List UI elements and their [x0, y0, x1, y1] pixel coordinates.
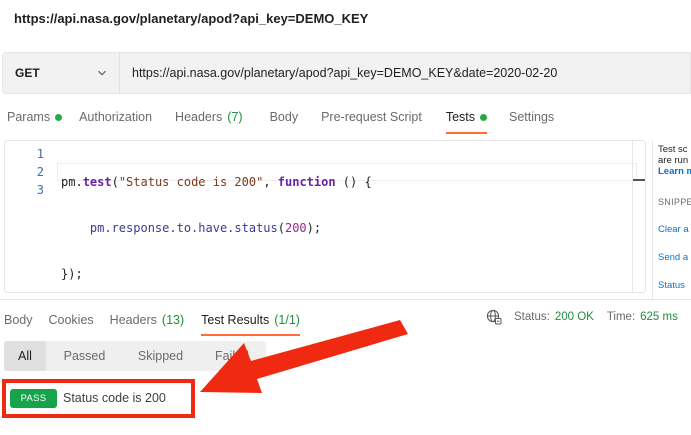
annotation-arrow-icon [200, 320, 408, 393]
